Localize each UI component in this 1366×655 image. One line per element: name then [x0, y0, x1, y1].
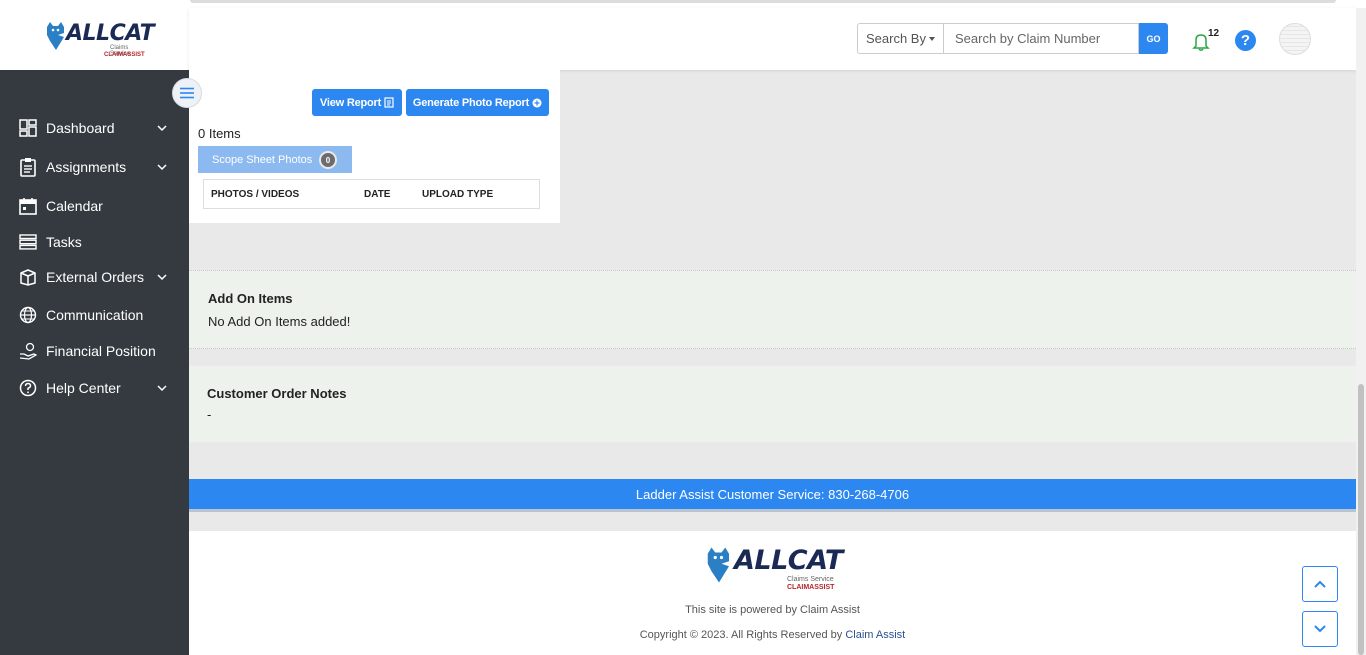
chevron-down-icon	[1314, 625, 1326, 633]
generate-report-label: Generate Photo Report	[412, 96, 530, 109]
chevron-down-icon	[157, 385, 167, 392]
claim-assist-link[interactable]: Claim Assist	[845, 629, 905, 641]
hamburger-icon	[180, 87, 194, 99]
copyright-text: Copyright © 2023. All Rights Reserved by…	[189, 629, 1356, 641]
page-scrollbar[interactable]	[1356, 8, 1366, 655]
scroll-up-button[interactable]	[1302, 566, 1338, 602]
sidebar: ALLCAT Claims Service CLAIMASSIST Dashbo…	[0, 8, 189, 655]
column-header[interactable]: UPLOAD TYPE	[422, 189, 493, 200]
logo-wordmark: ALLCAT	[66, 21, 155, 46]
photos-table-header: PHOTOS / VIDEOS DATE UPLOAD TYPE	[203, 179, 540, 209]
question-circle-icon	[18, 378, 38, 398]
sidebar-item-label: Dashboard	[46, 120, 115, 136]
logo-byline: CLAIMASSIST	[104, 52, 145, 58]
tab-scope-sheet-photos[interactable]: Scope Sheet Photos 0	[198, 146, 352, 173]
powered-by-text: This site is powered by Claim Assist	[685, 604, 860, 616]
search-by-label: Search By	[866, 31, 926, 46]
caret-down-icon	[928, 36, 935, 41]
add-on-title: Add On Items	[208, 291, 293, 306]
dashboard-icon	[18, 118, 38, 138]
sidebar-item-label: Assignments	[46, 159, 127, 175]
sidebar-item-dashboard[interactable]: Dashboard	[0, 112, 189, 144]
footer-logo-byline: CLAIMASSIST	[787, 584, 835, 591]
notes-title: Customer Order Notes	[207, 386, 347, 401]
count-badge: 0	[319, 151, 337, 169]
claim-search: Search By GO	[857, 23, 1168, 54]
calendar-icon	[18, 196, 38, 216]
tab-label: Scope Sheet Photos	[212, 153, 313, 166]
customer-service-bar: Ladder Assist Customer Service: 830-268-…	[189, 479, 1356, 512]
view-report-button[interactable]: View Report	[312, 89, 402, 116]
footer-logo-wordmark: ALLCAT	[734, 545, 843, 576]
tasks-icon	[18, 232, 38, 252]
scrollbar-thumb[interactable]	[1358, 384, 1364, 655]
chevron-up-icon	[1314, 580, 1326, 588]
chevron-down-icon	[157, 125, 167, 132]
chevron-down-icon	[157, 274, 167, 281]
logo-container[interactable]: ALLCAT Claims Service CLAIMASSIST	[0, 8, 189, 70]
sidebar-item-label: Communication	[46, 307, 144, 323]
copyright-prefix: Copyright © 2023. All Rights Reserved by	[639, 629, 846, 641]
notification-count: 12	[1208, 28, 1220, 39]
customer-order-notes-section: Customer Order Notes -	[189, 366, 1356, 442]
top-header: Search By GO 12 ?	[189, 8, 1356, 70]
column-header[interactable]: PHOTOS / VIDEOS	[211, 189, 299, 200]
sidebar-item-calendar[interactable]: Calendar	[0, 190, 189, 222]
scroll-down-button[interactable]	[1302, 611, 1338, 647]
sidebar-item-label: External Orders	[46, 269, 145, 285]
customer-service-text: Ladder Assist Customer Service: 830-268-…	[635, 486, 910, 502]
sidebar-toggle-button[interactable]	[172, 78, 202, 108]
plus-circle-icon	[532, 98, 542, 107]
hand-money-icon	[18, 341, 38, 361]
box-icon	[18, 267, 38, 287]
report-file-icon	[384, 97, 394, 108]
footer: ALLCAT Claims Service CLAIMASSIST This s…	[189, 531, 1356, 655]
view-report-label: View Report	[319, 96, 382, 109]
sidebar-item-label: Financial Position	[46, 343, 156, 359]
add-on-items-section: Add On Items No Add On Items added!	[189, 270, 1356, 349]
cat-logo-icon	[707, 547, 729, 583]
sidebar-item-tasks[interactable]: Tasks	[0, 226, 189, 258]
globe-icon	[18, 305, 38, 325]
sidebar-item-label: Help Center	[46, 380, 121, 396]
go-button[interactable]: GO	[1139, 23, 1168, 54]
sidebar-item-assignments[interactable]: Assignments	[0, 151, 189, 183]
search-by-dropdown[interactable]: Search By	[857, 23, 943, 54]
generate-photo-report-button[interactable]: Generate Photo Report	[406, 89, 549, 116]
help-icon[interactable]: ?	[1235, 30, 1256, 51]
add-on-text: No Add On Items added!	[208, 314, 351, 329]
sidebar-item-help-center[interactable]: Help Center	[0, 372, 189, 404]
clipboard-icon	[18, 157, 38, 177]
footer-logo-tagline: Claims Service	[787, 576, 834, 583]
sidebar-item-financial-position[interactable]: Financial Position	[0, 335, 189, 367]
allcat-logo: ALLCAT Claims Service CLAIMASSIST	[44, 21, 155, 61]
cat-logo-icon	[47, 22, 64, 50]
notes-text: -	[207, 407, 212, 422]
sidebar-item-label: Tasks	[46, 234, 82, 250]
sidebar-item-external-orders[interactable]: External Orders	[0, 261, 189, 293]
sidebar-item-label: Calendar	[46, 198, 103, 214]
sidebar-item-communication[interactable]: Communication	[0, 299, 189, 331]
photos-panel: View Report Generate Photo Report 0 Item…	[189, 70, 560, 223]
search-input[interactable]	[943, 23, 1139, 54]
avatar[interactable]	[1279, 23, 1311, 55]
column-header[interactable]: DATE	[364, 189, 390, 200]
chevron-down-icon	[157, 164, 167, 171]
footer-logo: ALLCAT Claims Service CLAIMASSIST	[704, 545, 844, 595]
browser-top-strip	[0, 0, 1366, 8]
items-count: 0 Items	[198, 126, 241, 141]
